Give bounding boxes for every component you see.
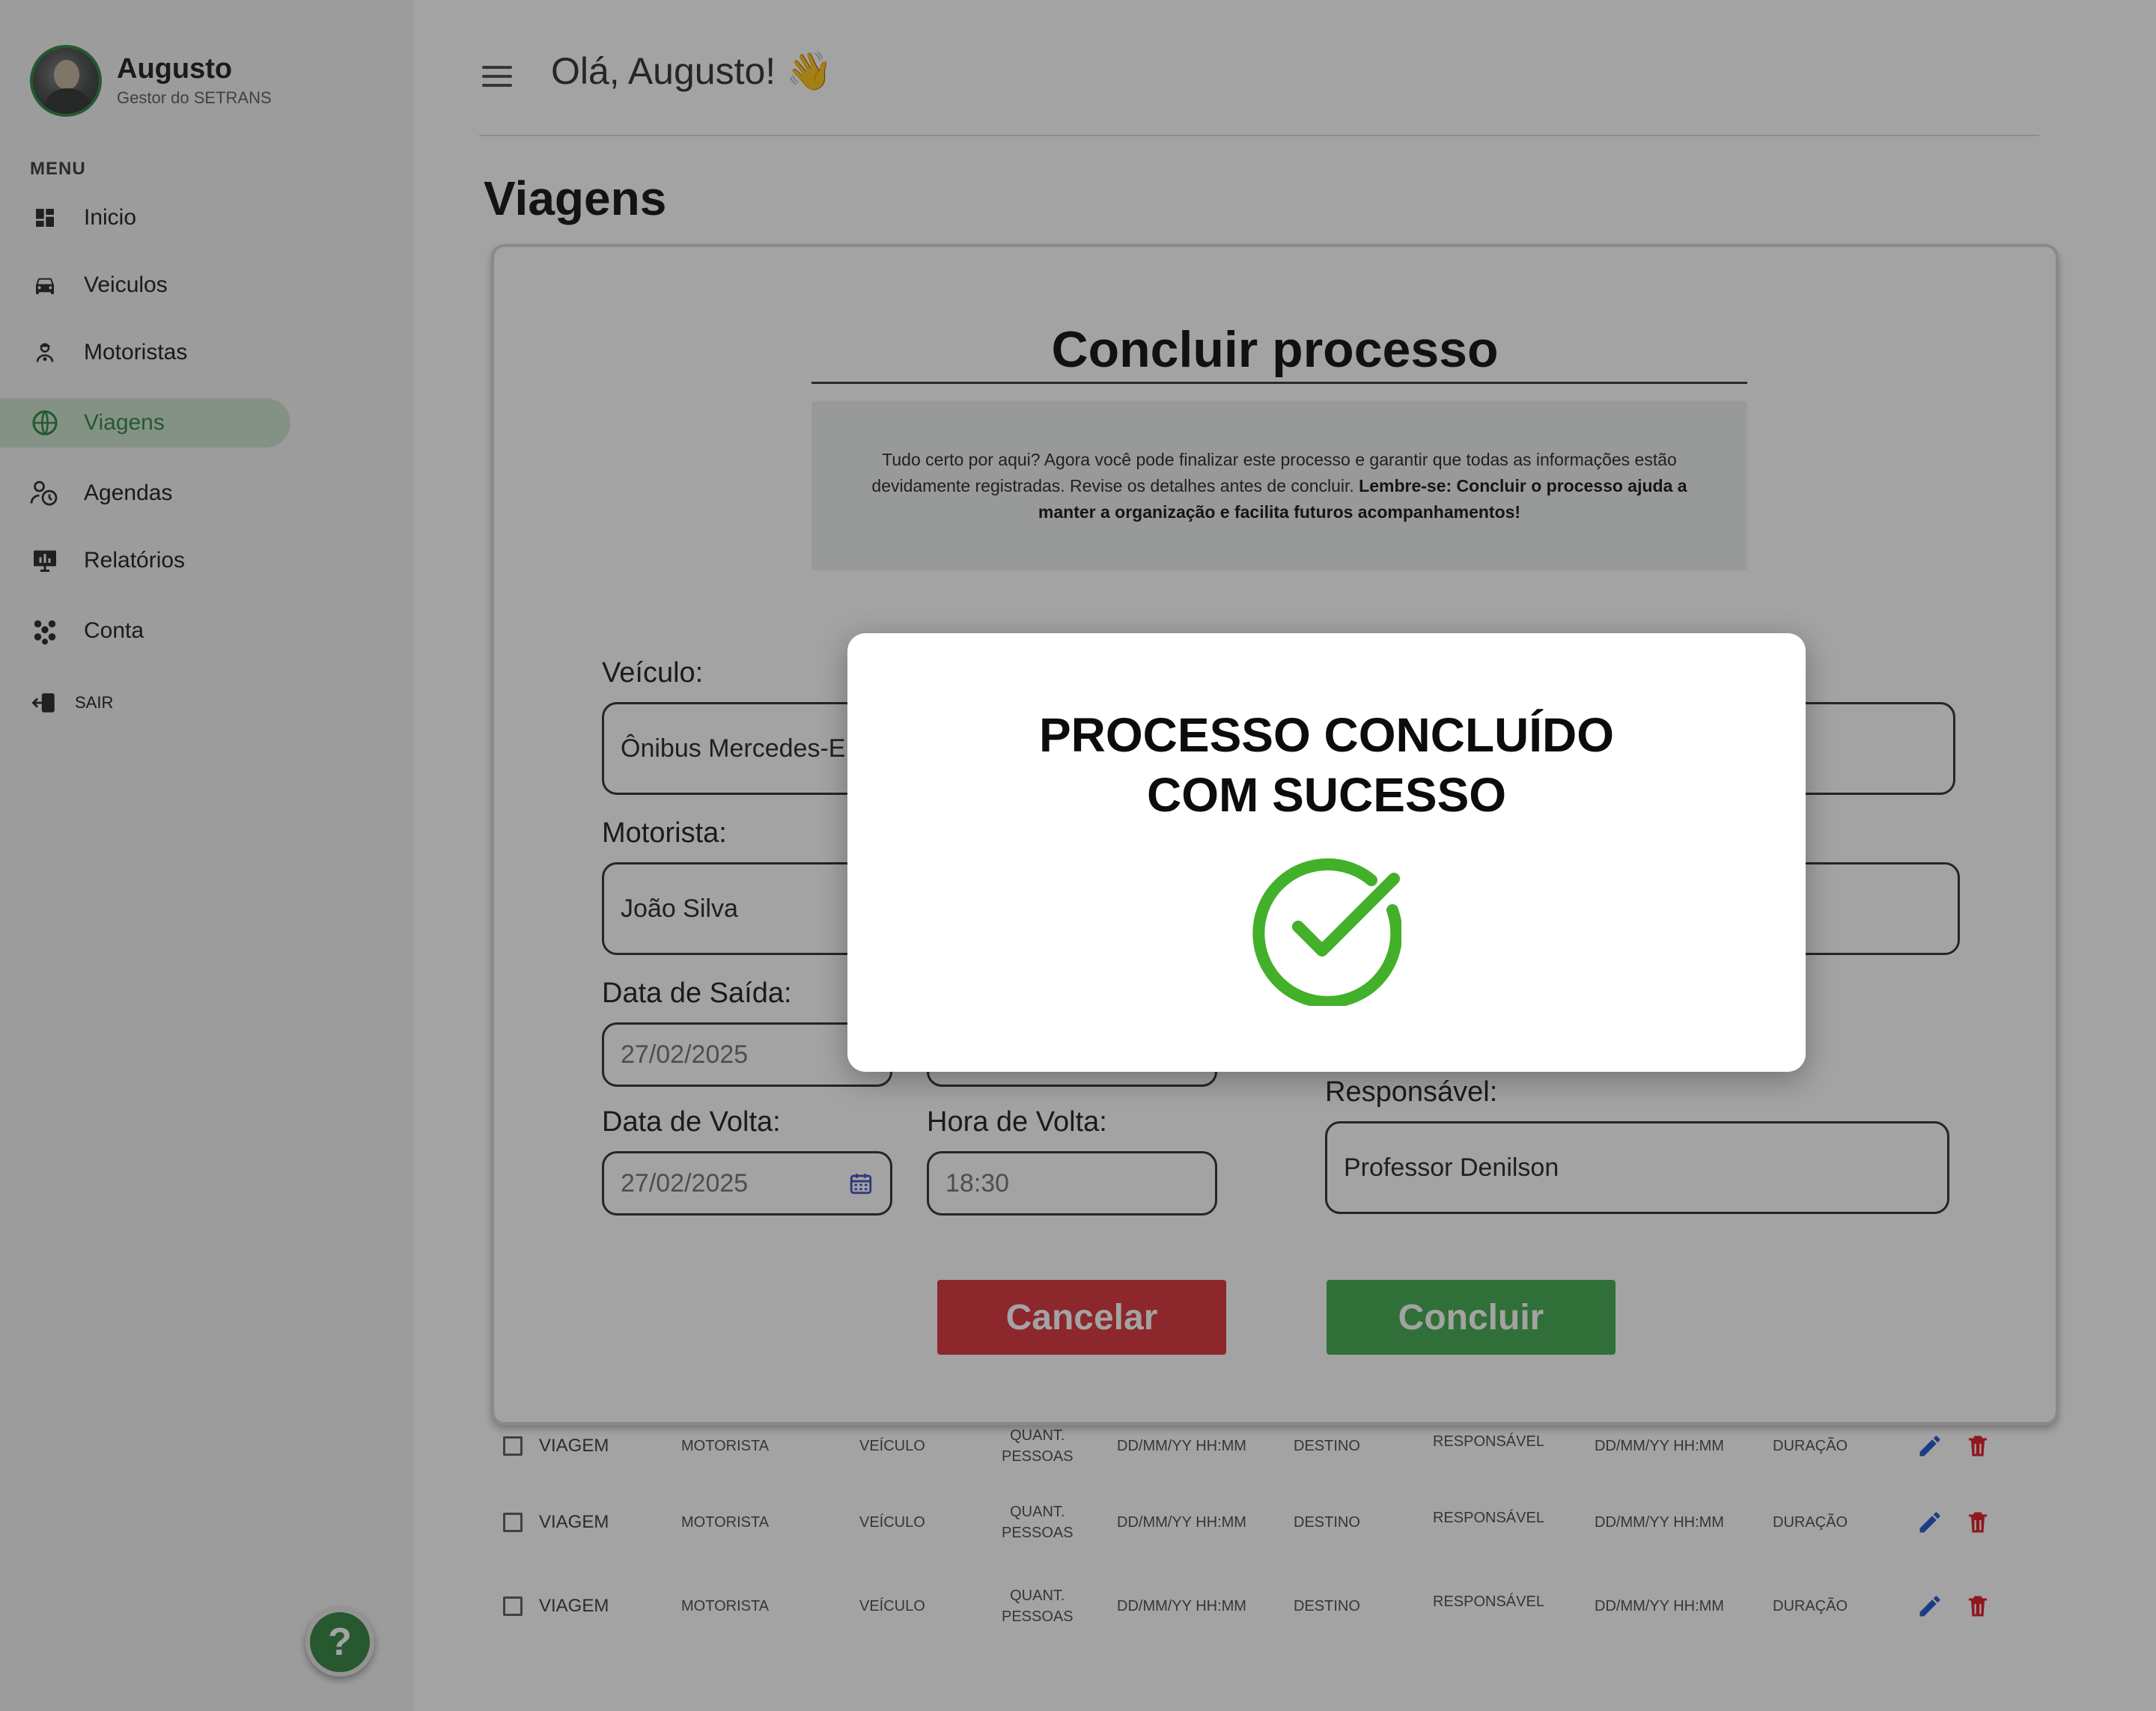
success-title-line1: PROCESSO CONCLUÍDO <box>1038 708 1615 762</box>
success-title-line2: COM SUCESSO <box>1146 768 1507 822</box>
check-circle-icon <box>1252 858 1401 1006</box>
success-modal: PROCESSO CONCLUÍDO COM SUCESSO <box>847 633 1806 1072</box>
success-title: PROCESSO CONCLUÍDO COM SUCESSO <box>847 705 1806 825</box>
